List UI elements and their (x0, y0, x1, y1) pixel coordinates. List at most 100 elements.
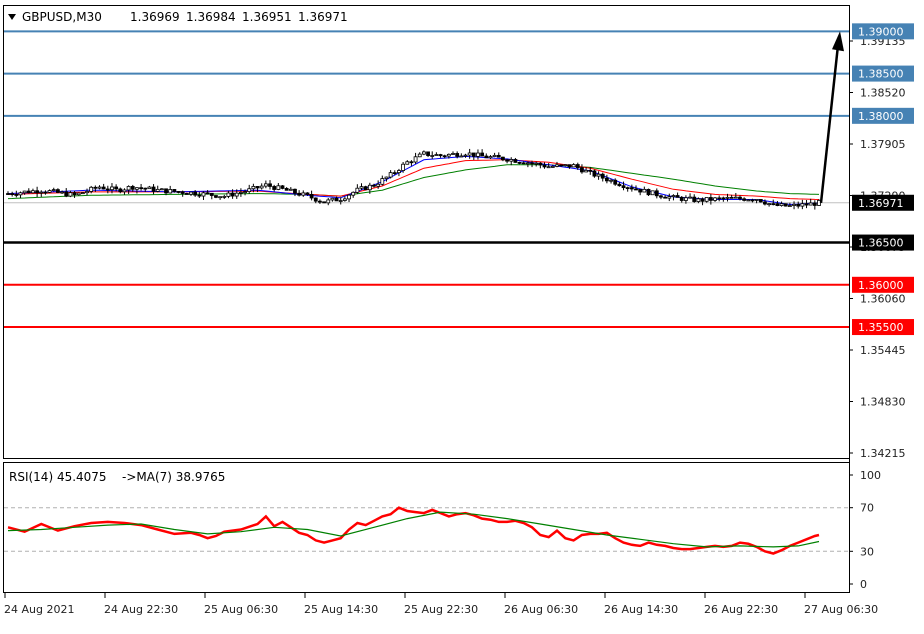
candle-body-up (51, 189, 56, 192)
candle-body-down (629, 187, 634, 190)
candle-body-down (763, 201, 767, 205)
candle-body-up (218, 196, 223, 199)
candle-body-up (201, 192, 206, 197)
candle-body-up (642, 188, 647, 193)
candle-body-up (222, 195, 227, 198)
candle-body-up (122, 189, 127, 193)
candle-body-down (588, 169, 593, 172)
candle-body-down (392, 172, 397, 175)
candle-body-up (792, 203, 796, 206)
rsi-tick-label: 0 (860, 578, 867, 591)
candle-body-up (226, 192, 231, 197)
candle-body-down (197, 194, 202, 197)
candle-body-up (467, 152, 472, 156)
candle-body-up (688, 196, 692, 199)
price-tick-label: 1.36060 (860, 293, 906, 306)
candle-body-down (521, 162, 526, 165)
candle-body-up (684, 197, 688, 201)
candle-body-down (542, 164, 547, 168)
level-tag-1.38500: 1.38500 (858, 68, 904, 81)
time-tick-label: 24 Aug 22:30 (104, 603, 178, 616)
candle-body-up (288, 188, 293, 191)
candle-body-up (451, 153, 455, 155)
rsi-tick-label: 100 (860, 469, 881, 482)
level-tag-1.39000: 1.39000 (858, 25, 904, 38)
candle-body-up (397, 170, 401, 174)
candle-body-down (758, 199, 763, 203)
candle-body-down (151, 186, 156, 192)
time-tick-label: 25 Aug 14:30 (304, 603, 378, 616)
candle-body-up (492, 154, 497, 157)
candle-body-down (600, 173, 605, 179)
price-tags: 1.39000 1.38500 1.38000 1.36500 1.36000 1.355… (852, 23, 914, 336)
candle-body-up (359, 186, 364, 189)
candle-body-down (513, 159, 518, 163)
candle-body-up (550, 166, 555, 168)
candle-body-down (505, 159, 509, 162)
candle-body-up (60, 191, 64, 194)
candle (646, 188, 651, 196)
candle-body-up (800, 203, 805, 207)
open-price: 1.36969 (130, 10, 180, 24)
candle-body-up (421, 151, 426, 155)
rsi-tick-label: 30 (860, 545, 874, 558)
candle-body-up (563, 164, 568, 167)
candle-body-down (322, 201, 326, 204)
candle-body-down (118, 188, 123, 193)
candle-body-down (372, 184, 376, 187)
candle-body-down (455, 153, 460, 157)
candle-body-down (438, 154, 443, 157)
candle-body-up (476, 152, 480, 157)
candle-body-down (164, 188, 168, 194)
price-tick-label: 1.34215 (860, 447, 906, 460)
candle-body-down (205, 192, 210, 195)
level-tag-1.35500: 1.35500 (858, 321, 904, 334)
candle-body-up (413, 156, 418, 163)
candle-body-up (239, 191, 243, 194)
candle-body-down (484, 155, 489, 159)
candle-body-down (409, 161, 414, 164)
candle-body-up (754, 199, 759, 201)
candle-body-up (247, 188, 252, 192)
candle-body-down (575, 164, 580, 168)
price-tick-label: 1.35445 (860, 344, 906, 357)
candle-body-down (6, 193, 10, 195)
candle-body-up (263, 183, 268, 187)
candle-body-down (72, 192, 77, 196)
candle-body-down (804, 203, 809, 206)
time-tick-label: 26 Aug 06:30 (504, 603, 578, 616)
candle-body-up (80, 192, 85, 195)
candle-body-up (126, 186, 131, 191)
candle-body-down (775, 203, 780, 206)
candle-body-up (388, 172, 393, 178)
candle-body-down (214, 195, 218, 198)
candle-body-up (609, 179, 613, 182)
candle-body-up (733, 196, 738, 199)
candle-body-down (442, 155, 447, 158)
candle-body-down (738, 196, 742, 200)
candle-body-up (330, 197, 335, 201)
candle-body-up (430, 155, 435, 157)
candle-body-down (796, 203, 801, 207)
candle-body-down (26, 190, 31, 194)
candle-body-up (243, 191, 247, 193)
candle-body-up (555, 164, 559, 167)
candle-body-up (671, 195, 676, 198)
candle-body-up (525, 162, 530, 165)
candle-body-up (767, 203, 771, 206)
candle-body-down (143, 187, 148, 190)
candle-body-down (675, 195, 680, 198)
candle-body-down (567, 164, 572, 168)
candle (650, 190, 655, 196)
candle-body-up (571, 164, 576, 168)
candle-body-down (180, 191, 185, 194)
candle-body-down (114, 186, 119, 190)
rsi-tick-label: 70 (860, 502, 874, 515)
candle-body-down (517, 162, 522, 164)
candle-body-down (783, 203, 788, 207)
time-tick-label: 25 Aug 06:30 (204, 603, 278, 616)
time-tick-label: 24 Aug 2021 (4, 603, 74, 616)
candle (322, 201, 326, 204)
candle-body-down (742, 198, 747, 201)
candle-body-down (105, 188, 110, 191)
